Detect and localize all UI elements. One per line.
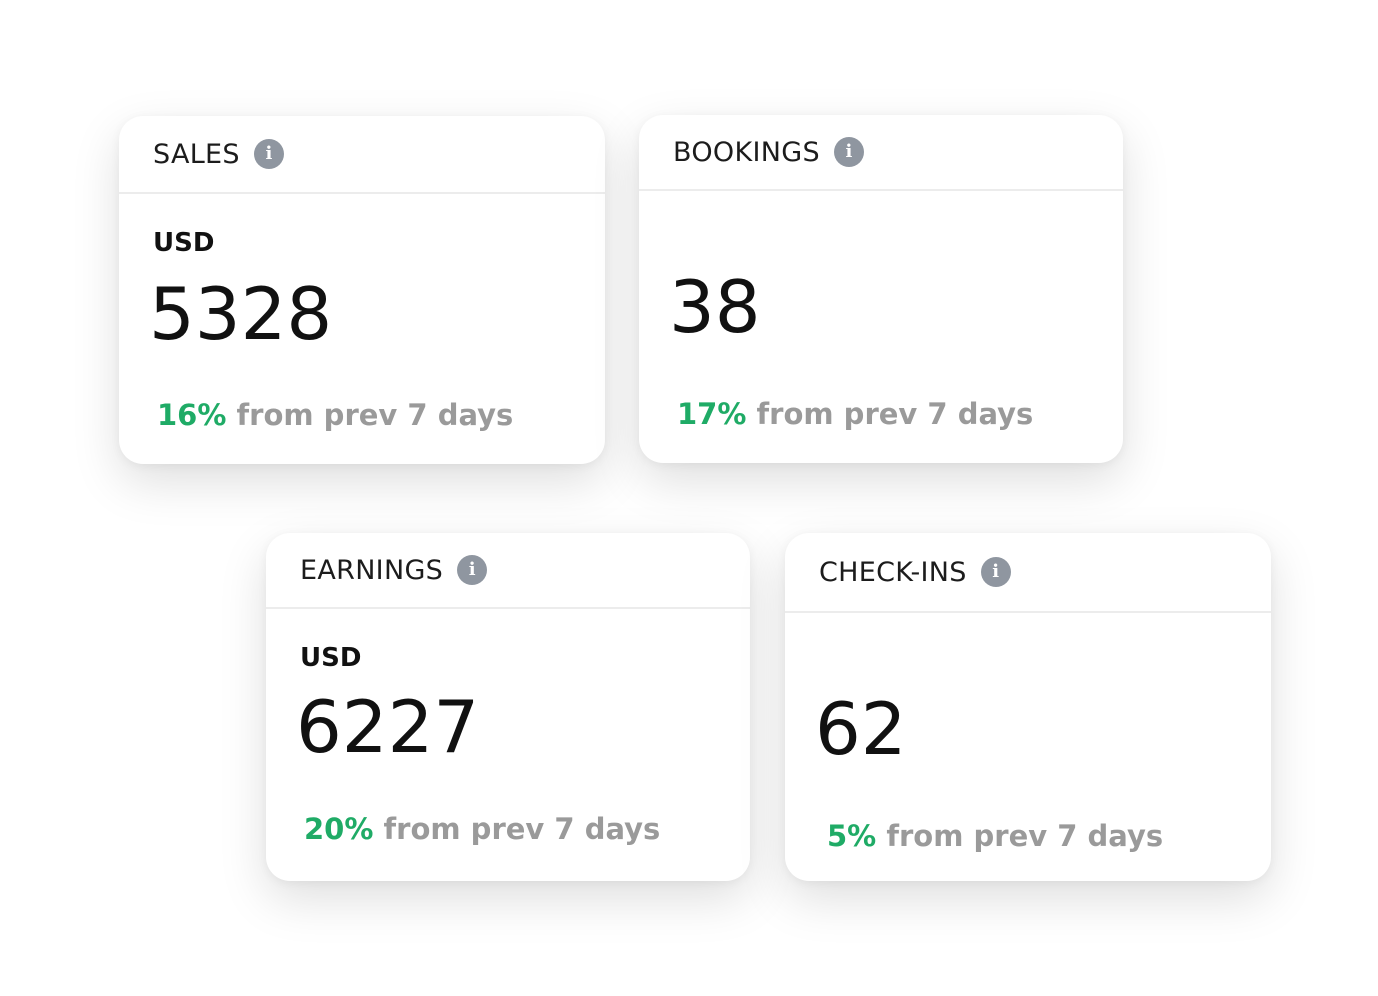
check-ins-change-label: from prev 7 days (886, 819, 1164, 853)
earnings-card-header: EARNINGS i (266, 533, 750, 609)
check-ins-card-title: CHECK-INS (819, 556, 967, 588)
bookings-change: 17% from prev 7 days (677, 397, 1033, 431)
sales-card-title: SALES (153, 138, 240, 170)
bookings-card-header: BOOKINGS i (639, 115, 1123, 191)
bookings-card-title: BOOKINGS (673, 136, 820, 168)
info-icon[interactable]: i (457, 555, 488, 585)
sales-card-header: SALES i (119, 116, 605, 194)
bookings-card: BOOKINGS i 38 17% from prev 7 days (639, 115, 1123, 463)
sales-change-percent: 16% (157, 398, 227, 432)
earnings-currency: USD (300, 643, 362, 673)
info-icon[interactable]: i (980, 557, 1011, 587)
sales-currency: USD (153, 228, 215, 258)
earnings-change-label: from prev 7 days (383, 812, 661, 846)
check-ins-change-percent: 5% (827, 819, 877, 853)
bookings-change-percent: 17% (677, 397, 747, 431)
sales-value: 5328 (149, 272, 333, 356)
earnings-card-title: EARNINGS (300, 554, 444, 586)
check-ins-card-header: CHECK-INS i (785, 533, 1271, 613)
sales-card: SALES i USD 5328 16% from prev 7 days (119, 116, 605, 464)
check-ins-card: CHECK-INS i 62 5% from prev 7 days (785, 533, 1271, 881)
info-icon[interactable]: i (833, 137, 864, 167)
earnings-card: EARNINGS i USD 6227 20% from prev 7 days (266, 533, 750, 881)
earnings-change: 20% from prev 7 days (304, 812, 660, 846)
earnings-change-percent: 20% (304, 812, 374, 846)
earnings-value: 6227 (296, 685, 480, 769)
check-ins-value: 62 (815, 687, 907, 771)
check-ins-change: 5% from prev 7 days (827, 819, 1163, 853)
sales-change-label: from prev 7 days (236, 398, 514, 432)
sales-change: 16% from prev 7 days (157, 398, 513, 432)
bookings-value: 38 (669, 265, 761, 349)
info-icon[interactable]: i (253, 139, 284, 169)
bookings-change-label: from prev 7 days (756, 397, 1034, 431)
